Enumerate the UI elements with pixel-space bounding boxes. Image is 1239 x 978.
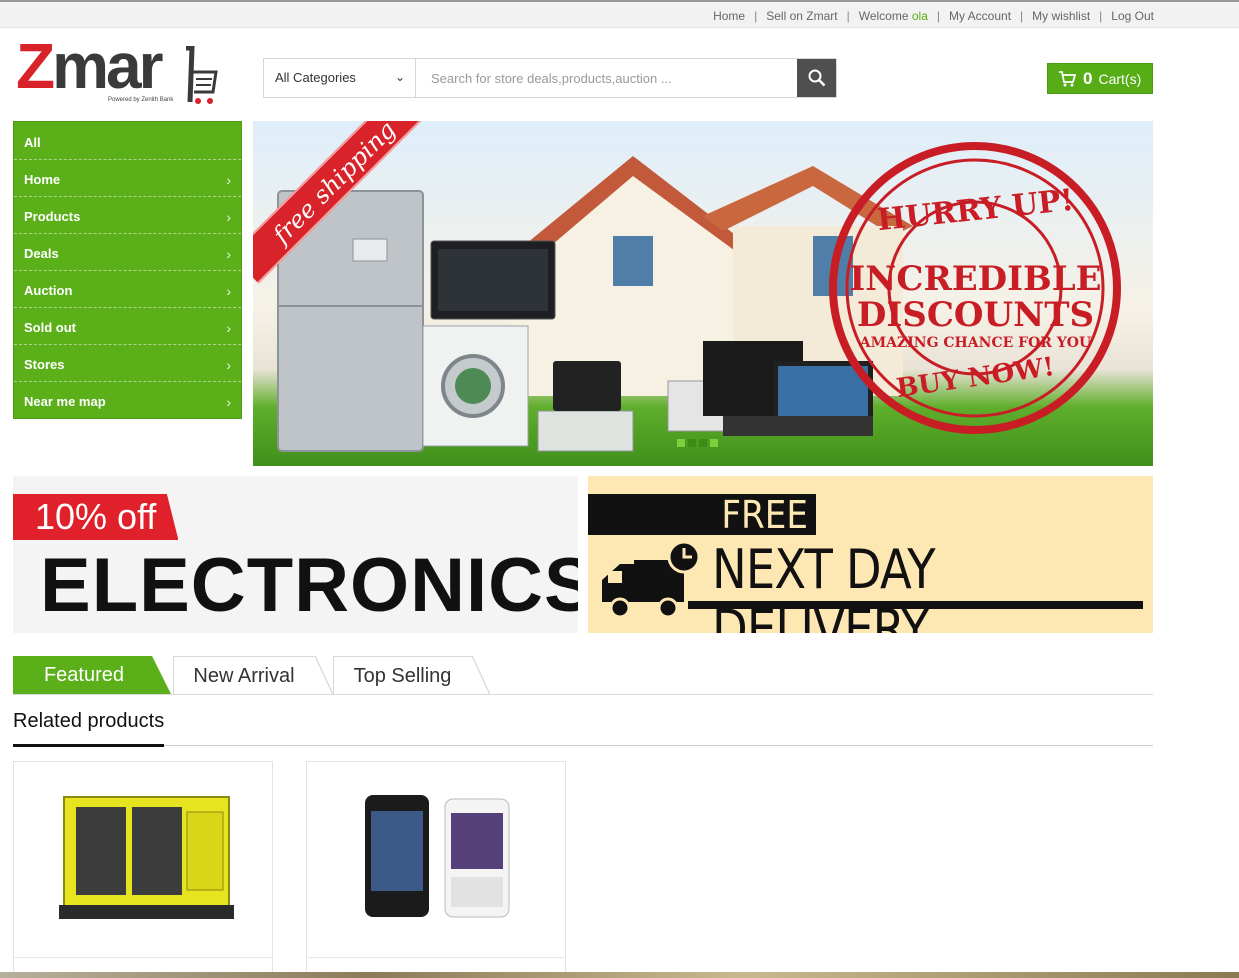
search-input[interactable] — [417, 59, 797, 97]
promo-title: ELECTRONICS — [40, 543, 578, 628]
chevron-right-icon: › — [226, 320, 231, 336]
sidebar-item-sold-out[interactable]: Sold out › — [14, 308, 241, 345]
hero-banner[interactable]: free shipping INCREDIBLE DISCOUNTS AMAZI… — [253, 121, 1153, 466]
generator-image — [59, 796, 234, 919]
slider-dot[interactable] — [699, 439, 707, 447]
sidebar-item-near-me-map[interactable]: Near me map › — [14, 382, 241, 419]
sidebar-item-label: All — [24, 135, 41, 150]
search-bar: All Categories ⌄ — [263, 58, 837, 98]
chevron-right-icon: › — [226, 283, 231, 299]
category-select[interactable]: All Categories ⌄ — [264, 59, 416, 97]
chevron-right-icon: › — [226, 172, 231, 188]
sidebar-item-products[interactable]: Products › — [14, 197, 241, 234]
top-link-sell[interactable]: Sell on Zmart — [766, 9, 837, 23]
slider-dot[interactable] — [710, 439, 718, 447]
discount-stamp: INCREDIBLE DISCOUNTS AMAZING CHANCE FOR … — [828, 141, 1123, 436]
logo-tagline: Powered by Zenith Bank — [108, 97, 174, 103]
electronics-promo[interactable]: 10% off ELECTRONICS — [13, 476, 578, 633]
stamp-line-2: DISCOUNTS — [856, 295, 1095, 335]
bottom-strip — [0, 972, 1239, 978]
sidebar-item-label: Near me map — [24, 394, 106, 409]
chevron-down-icon: ⌄ — [394, 70, 405, 84]
logo-cart-icon — [186, 46, 218, 104]
chevron-right-icon: › — [226, 246, 231, 262]
discount-badge: 10% off — [13, 494, 179, 540]
sidebar-item-label: Sold out — [24, 320, 76, 335]
search-button[interactable] — [797, 59, 836, 97]
tab-featured[interactable]: Featured — [13, 656, 171, 694]
search-icon — [808, 69, 825, 87]
sidebar-item-label: Stores — [24, 357, 65, 372]
category-select-value: All Categories — [275, 70, 356, 85]
product-card[interactable] — [13, 761, 273, 978]
related-header: Related products — [13, 708, 1153, 747]
divider — [688, 601, 1143, 609]
phones-image — [365, 795, 510, 918]
product-card[interactable] — [306, 761, 566, 978]
top-links: Home | Sell on Zmart | Welcome ola | My Accoun… — [713, 9, 1154, 23]
sidebar-item-label: Deals — [24, 246, 59, 261]
top-link-home[interactable]: Home — [713, 9, 745, 23]
sidebar-item-home[interactable]: Home › — [14, 160, 241, 197]
slider-dot[interactable] — [688, 439, 696, 447]
chevron-right-icon: › — [226, 394, 231, 410]
top-link-wishlist[interactable]: My wishlist — [1032, 9, 1090, 23]
top-link-logout[interactable]: Log Out — [1111, 9, 1154, 23]
section-title: Related products — [13, 710, 165, 747]
sidebar-item-label: Products — [24, 209, 81, 224]
cart-count: 0 — [1083, 68, 1093, 88]
cart-label: Cart(s) — [1098, 70, 1142, 87]
cart-button[interactable]: 0 Cart(s) — [1047, 63, 1153, 94]
top-link-account[interactable]: My Account — [949, 9, 1011, 23]
free-label: FREE — [588, 494, 816, 537]
chevron-right-icon: › — [226, 357, 231, 373]
sidebar-item-label: Auction — [24, 283, 73, 298]
sidebar-item-all[interactable]: All — [14, 122, 241, 160]
sidebar-item-deals[interactable]: Deals › — [14, 234, 241, 271]
truck-icon — [602, 540, 701, 619]
tab-top-selling[interactable]: Top Selling — [333, 656, 490, 695]
welcome-text: Welcome — [858, 9, 909, 23]
chevron-right-icon: › — [226, 209, 231, 225]
slider-dots — [677, 439, 718, 447]
logo-letter: Z — [16, 30, 55, 102]
product-tabs: Featured New Arrival Top Selling — [13, 656, 1153, 695]
sidebar-item-label: Home — [24, 172, 61, 187]
stamp-line-1: INCREDIBLE — [849, 259, 1102, 299]
cart-icon — [1059, 70, 1076, 86]
logo-word: mar — [52, 30, 163, 102]
sidebar-item-stores[interactable]: Stores › — [14, 345, 241, 382]
tab-new-arrival[interactable]: New Arrival — [173, 656, 333, 695]
sidebar-item-auction[interactable]: Auction › — [14, 271, 241, 308]
delivery-promo[interactable]: FREE NEXT DAY DELIVERY — [588, 476, 1153, 633]
username-link[interactable]: ola — [912, 9, 928, 23]
slider-dot[interactable] — [677, 439, 685, 447]
category-sidebar: All Home › Products › Deals › Auction › Sold… — [13, 121, 242, 419]
site-logo[interactable]: Zmar Powered by Zenith Bank — [16, 34, 226, 108]
delivery-title: NEXT DAY DELIVERY — [712, 538, 936, 634]
top-bar: Home | Sell on Zmart | Welcome ola | My Accoun… — [0, 2, 1239, 28]
